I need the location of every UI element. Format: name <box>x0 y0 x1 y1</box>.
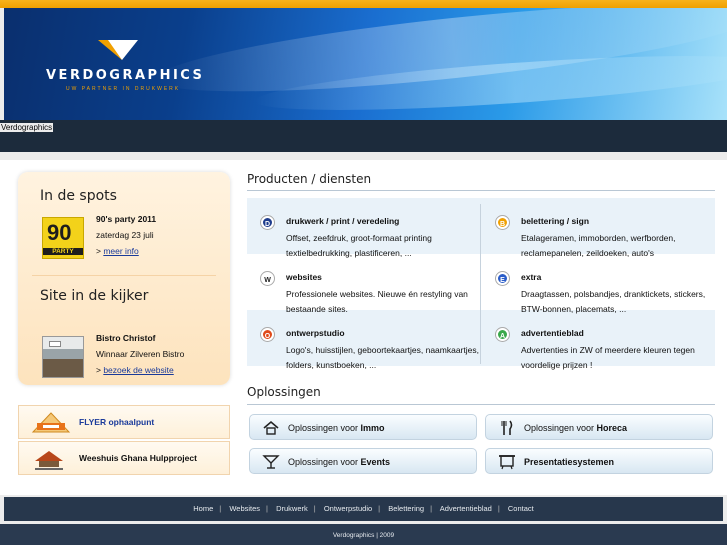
footer-link-advertentieblad[interactable]: Advertentieblad <box>440 504 492 513</box>
logo-v-icon <box>98 40 138 60</box>
product-belettering[interactable]: B belettering / sign Etalageramen, immob… <box>482 198 712 258</box>
presentatiesystemen-button[interactable]: Presentatiesystemen <box>485 448 713 474</box>
flyer-logo-icon <box>31 412 71 433</box>
kijker-heading: Site in de kijker <box>40 288 149 304</box>
footer-link-websites[interactable]: Websites <box>229 504 260 513</box>
spot-date: zaterdag 23 juli <box>96 230 154 240</box>
product-extra[interactable]: E extra Draagtassen, polsbandjes, drankt… <box>482 254 712 314</box>
thumbnail-window <box>49 341 61 347</box>
bezoek-website-link[interactable]: bezoek de website <box>103 365 173 375</box>
product-websites[interactable]: W websites Professionele websites. Nieuw… <box>247 254 477 314</box>
footer-link-ontwerpstudio[interactable]: Ontwerpstudio <box>324 504 372 513</box>
weeshuis-ghana-banner[interactable]: Weeshuis Ghana Hulpproject <box>18 441 230 475</box>
flyer-banner-label: FLYER ophaalpunt <box>79 417 155 427</box>
cutlery-icon <box>501 420 513 435</box>
product-drukwerk[interactable]: D drukwerk / print / veredeling Offset, … <box>247 198 477 258</box>
house-icon <box>263 420 279 435</box>
button-label: Oplossingen voor Immo <box>288 423 385 433</box>
kijker-subtitle: Winnaar Zilveren Bistro <box>96 349 185 359</box>
kijker-link-line: > bezoek de website <box>96 365 174 375</box>
button-label: Oplossingen voor Horeca <box>524 423 628 433</box>
oplossingen-events-button[interactable]: Oplossingen voor Events <box>249 448 477 474</box>
product-title: extra <box>521 272 542 282</box>
top-accent-bar <box>0 0 727 8</box>
product-title: ontwerpstudio <box>286 328 345 338</box>
box-divider <box>32 275 216 276</box>
solutions-heading: Oplossingen <box>247 385 321 399</box>
cocktail-icon <box>262 455 280 469</box>
oplossingen-immo-button[interactable]: Oplossingen voor Immo <box>249 414 477 440</box>
product-title: drukwerk / print / veredeling <box>286 216 400 226</box>
footer-link-belettering[interactable]: Belettering <box>388 504 424 513</box>
websites-icon: W <box>261 272 274 285</box>
bistro-thumbnail[interactable] <box>42 336 84 378</box>
meer-info-link[interactable]: meer info <box>103 246 138 256</box>
footer-link-home[interactable]: Home <box>193 504 213 513</box>
oplossingen-horeca-button[interactable]: Oplossingen voor Horeca <box>485 414 713 440</box>
product-advertentieblad[interactable]: A advertentieblad Advertenties in ZW of … <box>482 310 712 370</box>
party-image-label: PARTY <box>43 248 83 255</box>
section-rule <box>247 404 715 405</box>
advertentieblad-icon: A <box>496 328 509 341</box>
products-heading: Producten / diensten <box>247 172 372 186</box>
extra-icon: E <box>496 272 509 285</box>
nav-strip <box>0 120 727 152</box>
logo-text: VERDOGRAPHICS <box>46 68 205 83</box>
product-title: advertentieblad <box>521 328 584 338</box>
logo-tagline: UW PARTNER IN DRUKWERK <box>66 86 181 92</box>
button-label: Oplossingen voor Events <box>288 457 391 467</box>
display-stand-icon <box>499 455 515 470</box>
header-banner: VERDOGRAPHICS UW PARTNER IN DRUKWERK <box>4 8 727 120</box>
site-name-text: Verdographics <box>0 123 54 132</box>
spot-link-line: > meer info <box>96 246 139 256</box>
spots-box: In de spots 90 PARTY 90's party 2011 zat… <box>18 172 230 385</box>
kijker-title: Bistro Christof <box>96 333 156 343</box>
drukwerk-icon: D <box>261 216 274 229</box>
spots-heading: In de spots <box>40 188 117 204</box>
product-desc: Advertenties in ZW of meerdere kleuren t… <box>521 345 695 370</box>
product-title: belettering / sign <box>521 216 590 226</box>
orphanage-logo-icon <box>35 451 63 470</box>
weeshuis-banner-label: Weeshuis Ghana Hulpproject <box>79 453 197 463</box>
button-label: Presentatiesystemen <box>524 457 615 467</box>
product-title: websites <box>286 272 322 282</box>
flyer-ophaalpunt-banner[interactable]: FLYER ophaalpunt <box>18 405 230 439</box>
party-image[interactable]: 90 PARTY <box>42 217 84 259</box>
product-ontwerpstudio[interactable]: O ontwerpstudio Logo's, huisstijlen, geb… <box>247 310 479 370</box>
section-rule <box>247 190 715 191</box>
product-desc: Logo's, huisstijlen, geboortekaartjes, n… <box>286 345 479 370</box>
footer-link-drukwerk[interactable]: Drukwerk <box>276 504 308 513</box>
ontwerpstudio-icon: O <box>261 328 274 341</box>
spot-title: 90's party 2011 <box>96 214 157 224</box>
footer-navigation: Home | Websites | Drukwerk | Ontwerpstudio |… <box>4 497 723 521</box>
column-divider <box>480 204 481 364</box>
party-image-number: 90 <box>47 220 72 245</box>
footer-link-contact[interactable]: Contact <box>508 504 534 513</box>
products-grid: D drukwerk / print / veredeling Offset, … <box>247 192 715 373</box>
belettering-icon: B <box>496 216 509 229</box>
copyright-text: Verdographics | 2009 <box>0 524 727 545</box>
